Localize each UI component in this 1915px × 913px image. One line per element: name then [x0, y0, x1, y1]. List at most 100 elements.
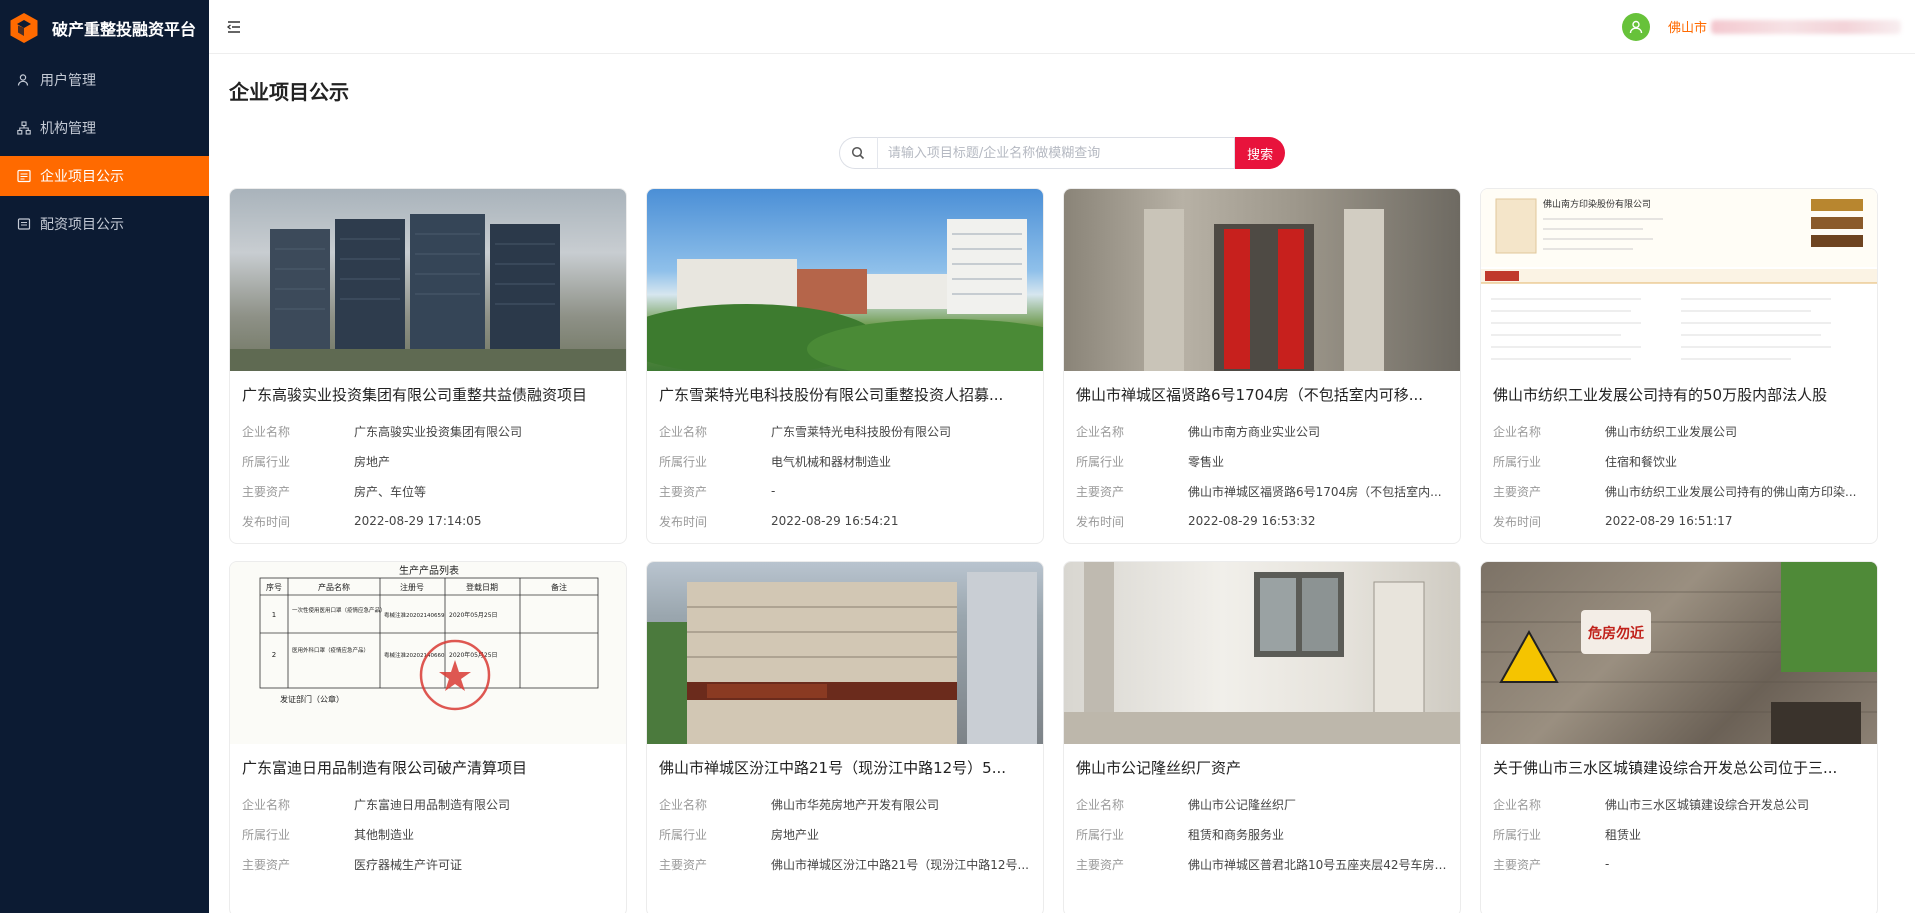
- brand: 破产重整投融资平台: [0, 0, 209, 56]
- card-title: 广东高骏实业投资集团有限公司重整共益债融资项目: [242, 386, 588, 404]
- doc-issuer: 发证部门（公章）: [280, 694, 344, 704]
- published-value: 2022-08-29 16:53:32: [1188, 514, 1316, 528]
- project-image: 佛山南方印染股份有限公司: [1481, 189, 1877, 371]
- card-title: 佛山市禅城区福贤路6号1704房（不包括室内可移...: [1076, 386, 1424, 404]
- doc-cell: 2020年05月25日: [449, 651, 498, 659]
- assets-label: 主要资产: [1076, 857, 1125, 872]
- avatar-user-icon[interactable]: [1621, 12, 1650, 41]
- published-label: 发布时间: [1493, 514, 1542, 529]
- document-icon: [17, 217, 31, 231]
- shot-company-name: 佛山南方印染股份有限公司: [1543, 198, 1651, 210]
- company-label: 企业名称: [659, 424, 708, 439]
- search-button[interactable]: 搜索: [1235, 137, 1286, 169]
- assets-value: 房产、车位等: [354, 484, 427, 499]
- industry-value: 租赁和商务服务业: [1188, 827, 1285, 842]
- sidebar-item-label: 用户管理: [40, 73, 96, 89]
- sidebar-item-enterprise-projects[interactable]: 企业项目公示: [0, 156, 209, 196]
- card-title: 佛山市纺织工业发展公司持有的50万股内部法人股: [1493, 386, 1828, 404]
- sidebar-nav: 用户管理 机构管理 企业项目公示 配资项目公示: [0, 60, 209, 244]
- company-label: 企业名称: [1493, 797, 1542, 812]
- doc-cell: 2: [272, 651, 276, 659]
- company-value: 佛山市南方商业实业公司: [1188, 424, 1321, 439]
- company-label: 企业名称: [659, 797, 708, 812]
- project-card[interactable]: 广东高骏实业投资集团有限公司重整共益债融资项目 企业名称 广东高骏实业投资集团有限…: [229, 188, 627, 544]
- assets-label: 主要资产: [1076, 484, 1125, 499]
- card-title: 佛山市禅城区汾江中路21号（现汾江中路12号）5...: [659, 759, 1007, 777]
- sidebar-item-label: 配资项目公示: [40, 217, 124, 233]
- doc-cell: 粤械注准20202140659: [384, 611, 445, 619]
- industry-label: 所属行业: [1493, 454, 1542, 469]
- industry-label: 所属行业: [1076, 454, 1125, 469]
- industry-label: 所属行业: [242, 827, 291, 842]
- doc-cell: 粤械注准20202140660: [384, 651, 445, 659]
- project-card[interactable]: 佛山市禅城区福贤路6号1704房（不包括室内可移... 企业名称 佛山市南方商业实…: [1063, 188, 1461, 544]
- doc-title: 生产产品列表: [399, 564, 459, 577]
- user-icon: [17, 73, 31, 87]
- sidebar-item-funding-projects[interactable]: 配资项目公示: [0, 204, 209, 244]
- assets-value: 佛山市禅城区汾江中路21号（现汾江中路12号...: [771, 857, 1029, 872]
- card-title: 广东雪莱特光电科技股份有限公司重整投资人招募...: [659, 386, 1004, 404]
- company-value: 佛山市纺织工业发展公司: [1605, 424, 1738, 439]
- company-value: 广东富迪日用品制造有限公司: [354, 797, 511, 812]
- project-card[interactable]: 佛山市禅城区汾江中路21号（现汾江中路12号）5... 企业名称 佛山市华苑房地产…: [646, 561, 1044, 913]
- sidebar-item-org-management[interactable]: 机构管理: [0, 108, 209, 148]
- page-title: 企业项目公示: [229, 80, 349, 104]
- industry-value: 住宿和餐饮业: [1605, 454, 1678, 469]
- project-card[interactable]: 广东雪莱特光电科技股份有限公司重整投资人招募... 企业名称 广东雪莱特光电科技股…: [646, 188, 1044, 544]
- doc-header: 注册号: [400, 582, 424, 592]
- project-card[interactable]: 危房勿近 关于佛山市三水区城镇建设综合开发总公司位于三... 企业名称 佛山市三水…: [1480, 561, 1878, 913]
- sidebar-item-label: 企业项目公示: [40, 169, 124, 185]
- org-chart-icon: [17, 121, 31, 135]
- project-card[interactable]: 佛山市公记隆丝织厂资产 企业名称 佛山市公记隆丝织厂 所属行业 租赁和商务服务业 主…: [1063, 561, 1461, 913]
- card-title: 广东富迪日用品制造有限公司破产清算项目: [242, 759, 528, 777]
- assets-label: 主要资产: [1493, 857, 1542, 872]
- search-input[interactable]: [876, 137, 1236, 169]
- project-image: [1064, 189, 1460, 371]
- project-image: [647, 189, 1043, 371]
- project-card[interactable]: 生产产品列表 序号 产品名称 注册号 登载日期 备注 1 一次性使用医用口罩（疫…: [229, 561, 627, 913]
- doc-header: 产品名称: [318, 582, 350, 592]
- company-label: 企业名称: [1076, 797, 1125, 812]
- published-value: 2022-08-29 17:14:05: [354, 514, 482, 528]
- project-grid: 广东高骏实业投资集团有限公司重整共益债融资项目 企业名称 广东高骏实业投资集团有限…: [229, 188, 1895, 913]
- assets-value: 佛山市禅城区福贤路6号1704房（不包括室内...: [1188, 484, 1442, 499]
- doc-header: 登载日期: [466, 582, 498, 592]
- doc-cell: 2020年05月25日: [449, 611, 498, 619]
- doc-header: 序号: [266, 582, 282, 592]
- search-bar: 搜索: [229, 137, 1895, 169]
- danger-sign-text: 危房勿近: [1587, 625, 1644, 642]
- assets-label: 主要资产: [1493, 484, 1542, 499]
- brand-title: 破产重整投融资平台: [52, 20, 197, 39]
- industry-label: 所属行业: [242, 454, 291, 469]
- doc-cell: 医用外科口罩（疫情应急产品）: [292, 646, 369, 654]
- company-label: 企业名称: [242, 797, 291, 812]
- top-header: 佛山市: [209, 0, 1915, 54]
- published-label: 发布时间: [1076, 514, 1125, 529]
- company-value: 广东高骏实业投资集团有限公司: [354, 424, 523, 439]
- list-icon: [17, 169, 31, 183]
- industry-value: 房地产: [354, 454, 391, 469]
- assets-value: 佛山市禅城区普君北路10号五座夹层42号车房 ...: [1188, 857, 1448, 872]
- card-title: 关于佛山市三水区城镇建设综合开发总公司位于三...: [1493, 759, 1838, 777]
- published-value: 2022-08-29 16:51:17: [1605, 514, 1733, 528]
- doc-cell: 一次性使用医用口罩（疫情应急产品）: [292, 606, 386, 614]
- published-label: 发布时间: [659, 514, 708, 529]
- sidebar-item-user-management[interactable]: 用户管理: [0, 60, 209, 100]
- assets-value: 佛山市纺织工业发展公司持有的佛山南方印染...: [1605, 484, 1857, 499]
- user-name[interactable]: 佛山市: [1668, 17, 1707, 36]
- company-label: 企业名称: [1076, 424, 1125, 439]
- project-image: [1064, 562, 1460, 744]
- project-image: [647, 562, 1043, 744]
- published-value: 2022-08-29 16:54:21: [771, 514, 899, 528]
- assets-label: 主要资产: [242, 484, 291, 499]
- project-card[interactable]: 佛山南方印染股份有限公司 佛山市纺织工业发展公司持有的50万股内部法人股 企业名…: [1480, 188, 1878, 544]
- company-label: 企业名称: [1493, 424, 1542, 439]
- assets-value: -: [1605, 857, 1610, 871]
- user-menu[interactable]: 佛山市: [1621, 12, 1901, 41]
- assets-value: 医疗器械生产许可证: [354, 857, 463, 872]
- project-image: [230, 189, 626, 371]
- doc-cell: 1: [272, 611, 276, 619]
- published-label: 发布时间: [242, 514, 291, 529]
- menu-fold-icon[interactable]: [225, 18, 243, 36]
- company-value: 广东雪莱特光电科技股份有限公司: [771, 424, 952, 439]
